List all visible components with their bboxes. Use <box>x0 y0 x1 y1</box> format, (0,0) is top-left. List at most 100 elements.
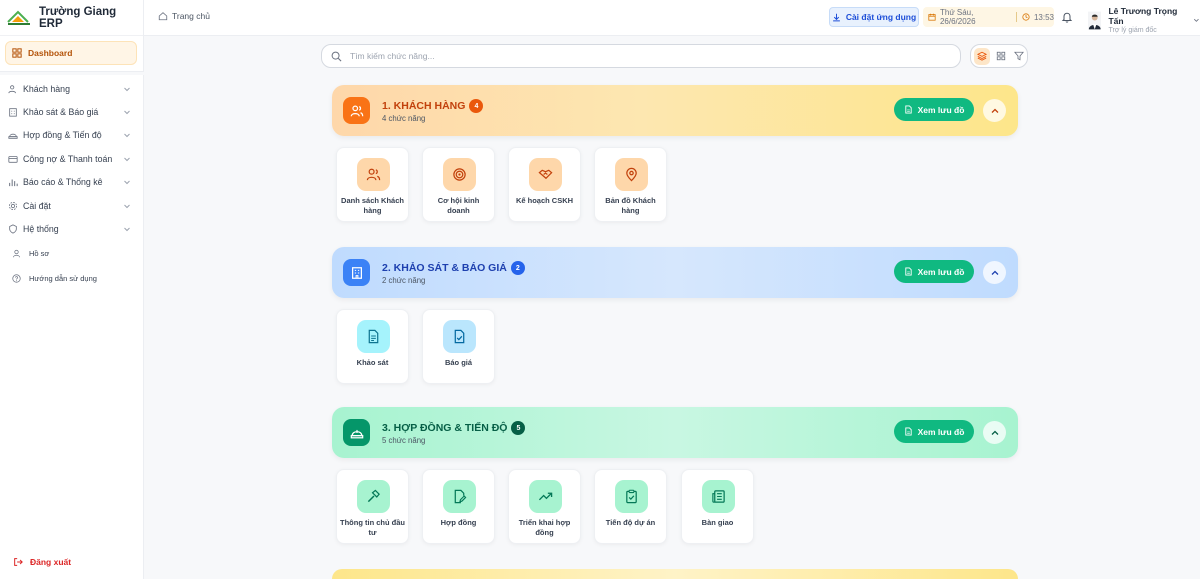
search-input[interactable] <box>350 51 910 61</box>
user-icon <box>13 249 20 258</box>
shield-icon <box>9 224 17 234</box>
tile-customer-list[interactable]: Danh sách Khách hàng <box>336 147 409 222</box>
user-menu[interactable]: Lê Trương Trọng Tấn Trợ lý giám đốc <box>1088 6 1200 34</box>
collapse-button[interactable] <box>983 99 1006 122</box>
collapse-button[interactable] <box>983 261 1006 284</box>
view-flowchart-label: Xem lưu đồ <box>917 104 965 115</box>
chevron-up-icon <box>991 108 998 113</box>
chevron-up-icon <box>991 430 998 435</box>
avatar <box>1088 11 1102 29</box>
document-icon <box>904 427 912 436</box>
tile-label: Triển khai hợp đồng <box>518 518 571 537</box>
section-title: 1. KHÁCH HÀNG 4 <box>382 99 484 113</box>
sidebar-item-label: Hợp đồng & Tiến độ <box>23 130 102 141</box>
sidebar-item-profile[interactable]: Hồ sơ <box>0 241 143 266</box>
user-name: Lê Trương Trọng Tấn <box>1108 6 1178 26</box>
sidebar-item-label: Báo cáo & Thống kê <box>23 177 103 188</box>
section-icon <box>343 97 370 124</box>
bar-chart-icon <box>9 179 18 187</box>
handshake-icon <box>538 169 553 180</box>
download-icon <box>832 13 840 21</box>
sidebar-item-system[interactable]: Hệ thống <box>0 217 143 240</box>
layers-view-button[interactable] <box>974 47 990 65</box>
sidebar-item-dashboard[interactable]: Dashboard <box>5 41 137 65</box>
filter-button[interactable] <box>1011 48 1027 65</box>
tile-icon <box>443 480 476 513</box>
search-bar <box>321 44 961 68</box>
tile-label: Hợp đồng <box>440 518 477 527</box>
chevron-down-icon <box>124 110 130 115</box>
tile-care-plan[interactable]: Kế hoạch CSKH <box>508 147 581 222</box>
app-title: Trường Giang ERP <box>38 5 117 30</box>
view-toggle <box>970 44 1028 68</box>
clipboard-check-icon <box>626 489 637 504</box>
sidebar-item-settings[interactable]: Cài đặt <box>0 194 143 217</box>
gear-icon <box>8 201 18 210</box>
tile-icon <box>443 320 476 353</box>
sidebar-item-label: Hồ sơ <box>29 248 50 258</box>
view-flowchart-button[interactable]: Xem lưu đồ <box>894 420 974 443</box>
hammer-icon <box>367 489 380 503</box>
install-app-button[interactable]: Cài đặt ứng dụng <box>829 7 919 27</box>
tile-investor-info[interactable]: Thông tin chủ đầu tư <box>336 469 409 544</box>
sidebar-item-survey-quote[interactable]: Khảo sát & Báo giá <box>0 100 143 123</box>
company-logo-icon <box>7 10 30 25</box>
tile-label: Khảo sát <box>356 358 389 367</box>
dashboard-icon <box>12 48 22 58</box>
collapse-button[interactable] <box>983 421 1006 444</box>
target-icon <box>453 168 466 181</box>
hardhat-icon <box>8 134 18 140</box>
logout-icon <box>14 558 23 566</box>
help-icon <box>12 274 21 283</box>
sidebar-item-help[interactable]: Hướng dẫn sử dụng <box>0 266 143 291</box>
sidebar-item-reports[interactable]: Báo cáo & Thống kê <box>0 171 143 194</box>
chevron-down-icon <box>124 134 130 138</box>
user-role: Trợ lý giám đốc <box>1108 27 1157 34</box>
sidebar-item-customers[interactable]: Khách hàng <box>0 77 143 100</box>
section-title-text: 1. KHÁCH HÀNG <box>382 100 466 112</box>
tile-contract-deployment[interactable]: Triển khai hợp đồng <box>508 469 581 544</box>
divider <box>1016 12 1017 22</box>
grid-view-button[interactable] <box>993 48 1009 65</box>
brand[interactable]: Trường Giang ERP <box>0 0 143 36</box>
logout-button[interactable]: Đăng xuất <box>13 557 71 567</box>
tile-handover[interactable]: Bàn giao <box>681 469 754 544</box>
sidebar-item-label: Khách hàng <box>23 83 70 94</box>
card-icon <box>8 155 18 163</box>
tile-label: Cơ hội kinh doanh <box>437 196 480 215</box>
chevron-down-icon <box>124 180 130 185</box>
section-icon <box>343 419 370 446</box>
view-flowchart-label: Xem lưu đồ <box>917 266 965 277</box>
chevron-down-icon <box>124 204 130 208</box>
building-icon <box>351 266 362 279</box>
tile-survey[interactable]: Khảo sát <box>336 309 409 384</box>
users-icon <box>350 104 363 116</box>
tile-icon <box>357 158 390 191</box>
tile-icon <box>357 320 390 353</box>
tile-quotation[interactable]: Báo giá <box>422 309 495 384</box>
count-badge: 2 <box>510 261 525 275</box>
sidebar-item-label: Hướng dẫn sử dụng <box>29 273 97 283</box>
users-icon <box>8 84 16 93</box>
tile-label: Thông tin chủ đầu tư <box>340 518 405 537</box>
sidebar-item-debts[interactable]: Công nợ & Thanh toán <box>0 147 143 170</box>
view-flowchart-button[interactable]: Xem lưu đồ <box>894 260 974 283</box>
tile-project-progress[interactable]: Tiến độ dự án <box>594 469 667 544</box>
count-badge: 5 <box>511 421 526 435</box>
view-flowchart-button[interactable]: Xem lưu đồ <box>894 98 974 121</box>
tile-icon <box>357 480 390 513</box>
filter-icon <box>1014 51 1025 61</box>
tile-icon <box>615 158 648 191</box>
sidebar-item-label: Dashboard <box>28 48 73 58</box>
section-subtitle: 4 chức năng <box>382 114 426 123</box>
map-pin-icon <box>626 167 637 182</box>
chevron-down-icon <box>1194 18 1200 22</box>
tile-customer-map[interactable]: Bản đồ Khách hàng <box>594 147 667 222</box>
sidebar-item-contracts[interactable]: Hợp đồng & Tiến độ <box>0 124 143 147</box>
bell-icon[interactable] <box>1061 11 1073 23</box>
tile-contract[interactable]: Hợp đồng <box>422 469 495 544</box>
breadcrumb[interactable]: Trang chủ <box>158 11 210 21</box>
tile-label: Bản đồ Khách hàng <box>605 196 656 215</box>
hardhat-icon <box>350 429 363 438</box>
tile-business-opportunity[interactable]: Cơ hội kinh doanh <box>422 147 495 222</box>
